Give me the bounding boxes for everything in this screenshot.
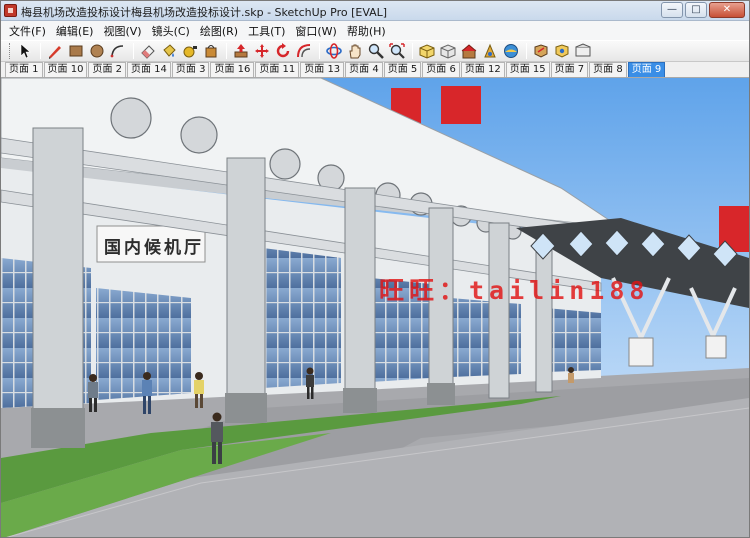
offset-tool-button[interactable] [294, 41, 314, 61]
scene-tab[interactable]: 页面 12 [460, 62, 505, 77]
menu-draw[interactable]: 绘图(R) [196, 22, 244, 40]
warehouse-icon [461, 44, 477, 59]
menu-help[interactable]: 帮助(H) [343, 22, 392, 40]
toolbar-separator [133, 43, 134, 59]
terminal-model-render [1, 78, 749, 537]
minimize-icon: — [667, 4, 677, 15]
window-controls: — □ ✕ [661, 2, 745, 18]
eraser-tool-button[interactable] [138, 41, 158, 61]
menu-camera[interactable]: 镜头(C) [148, 22, 196, 40]
section-plane-icon [534, 44, 548, 58]
layout-icon [575, 43, 591, 57]
section-plane-button[interactable] [531, 41, 551, 61]
window-title: 梅县机场改造投标设计梅县机场改造投标设计.skp - SketchUp Pro … [21, 6, 388, 19]
toolbar-separator [526, 43, 527, 59]
menu-view[interactable]: 视图(V) [99, 22, 147, 40]
share-button[interactable] [501, 41, 521, 61]
rotate-tool-button[interactable] [273, 41, 293, 61]
paint-tool-button[interactable] [201, 41, 221, 61]
scene-tab[interactable]: 页面 5 [383, 62, 422, 77]
materials-icon [440, 44, 456, 59]
menu-file[interactable]: 文件(F) [5, 22, 52, 40]
scene-tab[interactable]: 页面 16 [210, 62, 255, 77]
pan-tool-button[interactable] [345, 41, 365, 61]
move-icon [255, 44, 269, 58]
scene-tab[interactable]: 页面 3 [171, 62, 210, 77]
scene-tabs: 页面 1 页面 10 页面 2 页面 14 页面 3 页面 16 页面 11 页… [1, 62, 749, 78]
tape-measure-icon [183, 46, 197, 58]
scene-tab[interactable]: 页面 13 [300, 62, 345, 77]
extension-button[interactable] [552, 41, 572, 61]
orbit-tool-button[interactable] [324, 41, 344, 61]
materials-button[interactable] [438, 41, 458, 61]
arc-tool-button[interactable] [108, 41, 128, 61]
get-models-button[interactable] [480, 41, 500, 61]
sketchup-icon [4, 4, 17, 17]
scene-tab-active[interactable]: 页面 9 [627, 62, 666, 77]
paint-bucket-icon [163, 44, 176, 57]
model-viewport[interactable]: 国内候机厅 旺旺：tailin188 [1, 78, 749, 537]
title-bar[interactable]: 梅县机场改造投标设计梅县机场改造投标设计.skp - SketchUp Pro … [1, 1, 749, 21]
menu-edit[interactable]: 编辑(E) [52, 22, 100, 40]
zoom-tool-button[interactable] [366, 41, 386, 61]
scene-tab[interactable]: 页面 8 [589, 62, 627, 77]
pencil-line-icon [49, 46, 61, 59]
orbit-icon [326, 43, 342, 59]
zoom-extents-tool-button[interactable] [387, 41, 407, 61]
components-button[interactable] [417, 41, 437, 61]
zoom-icon [368, 43, 384, 59]
share-icon [504, 44, 518, 58]
eraser-icon [141, 45, 155, 59]
rectangle-tool-button[interactable] [66, 41, 86, 61]
scene-tab[interactable]: 页面 1 [5, 62, 43, 77]
scene-tab[interactable]: 页面 7 [550, 62, 589, 77]
arc-icon [110, 45, 124, 58]
scene-tab[interactable]: 页面 2 [88, 62, 126, 77]
paint-icon [205, 45, 217, 58]
get-models-icon [484, 43, 496, 58]
line-tool-button[interactable] [45, 41, 65, 61]
maximize-button[interactable]: □ [685, 2, 707, 18]
menu-tools[interactable]: 工具(T) [244, 22, 291, 40]
pan-icon [349, 44, 361, 59]
select-tool-button[interactable] [15, 41, 35, 61]
scene-tab[interactable]: 页面 14 [127, 62, 171, 77]
components-icon [419, 44, 435, 59]
extension-icon [555, 44, 569, 58]
paint-bucket-tool-button[interactable] [159, 41, 179, 61]
sketchup-window: 梅县机场改造投标设计梅县机场改造投标设计.skp - SketchUp Pro … [0, 0, 750, 538]
close-icon: ✕ [722, 4, 732, 15]
circle-tool-button[interactable] [87, 41, 107, 61]
scene-tab[interactable]: 页面 15 [505, 62, 550, 77]
toolbar-separator [226, 43, 227, 59]
scene-tab[interactable]: 页面 6 [422, 62, 460, 77]
move-tool-button[interactable] [252, 41, 272, 61]
select-icon [20, 43, 31, 59]
menu-bar: 文件(F) 编辑(E) 视图(V) 镜头(C) 绘图(R) 工具(T) 窗口(W… [1, 21, 749, 40]
push-pull-tool-button[interactable] [231, 41, 251, 61]
push-pull-icon [234, 44, 248, 58]
rotate-icon [276, 43, 290, 58]
layout-button[interactable] [573, 41, 593, 61]
maximize-icon: □ [691, 4, 701, 15]
circle-icon [90, 44, 104, 58]
rectangle-icon [69, 45, 83, 57]
menu-window[interactable]: 窗口(W) [291, 22, 342, 40]
scene-tab[interactable]: 页面 11 [255, 62, 300, 77]
minimize-button[interactable]: — [661, 2, 683, 18]
watermark-text: 旺旺：tailin188 [379, 276, 650, 305]
main-toolbar [1, 40, 749, 62]
toolbar-separator [319, 43, 320, 59]
warehouse-button[interactable] [459, 41, 479, 61]
scene-tab[interactable]: 页面 10 [43, 62, 88, 77]
offset-icon [297, 44, 311, 58]
toolbar-separator [40, 43, 41, 59]
toolbar-grip[interactable] [9, 43, 12, 59]
terminal-sign-text: 国内候机厅 [104, 238, 204, 258]
toolbar-separator [412, 43, 413, 59]
tape-measure-tool-button[interactable] [180, 41, 200, 61]
scene-tab[interactable]: 页面 4 [345, 62, 383, 77]
close-button[interactable]: ✕ [709, 2, 745, 18]
zoom-extents-icon [389, 43, 405, 59]
